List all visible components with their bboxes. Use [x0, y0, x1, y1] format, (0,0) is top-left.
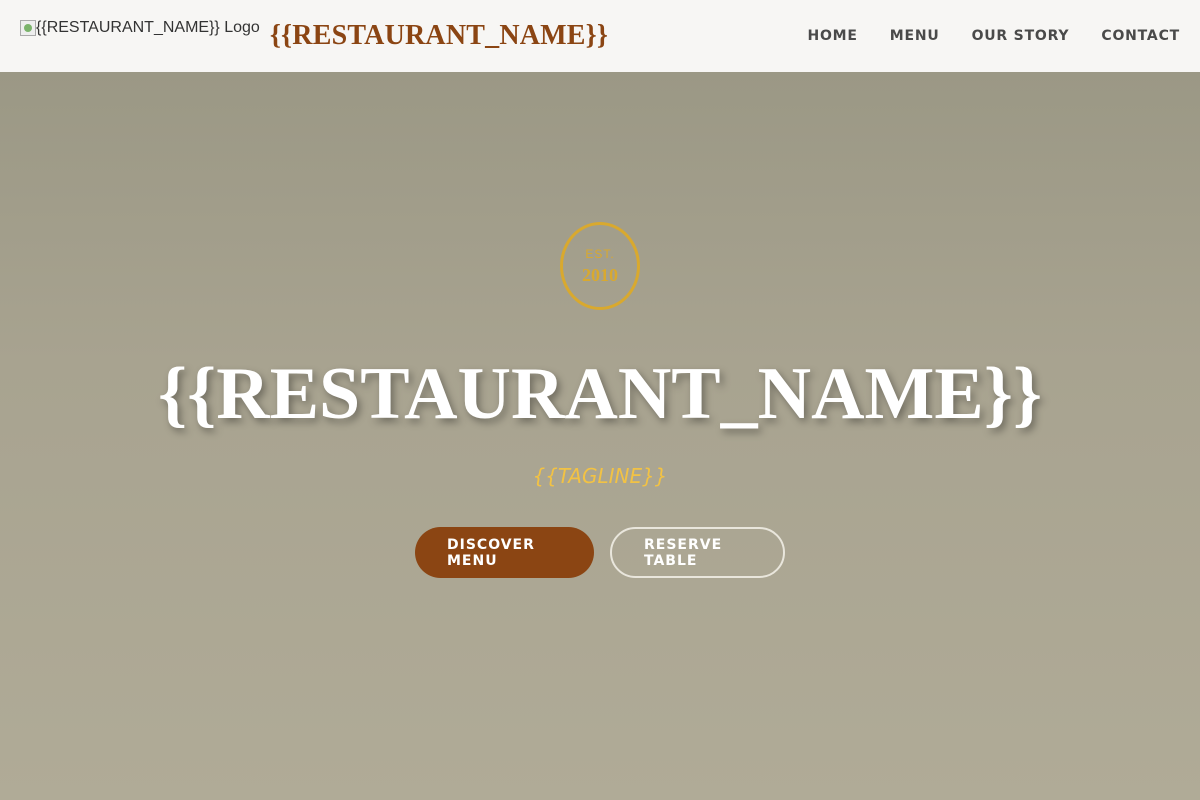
navbar: {{RESTAURANT_NAME}} Logo {{RESTAURANT_NA…: [0, 0, 1200, 72]
logo-alt-text: {{RESTAURANT_NAME}} Logo: [36, 19, 260, 36]
established-badge: EST. 2010: [560, 222, 640, 310]
hero-title: {{RESTAURANT_NAME}}: [157, 353, 1043, 435]
nav-contact-link[interactable]: CONTACT: [1101, 28, 1180, 44]
broken-image-icon: [20, 20, 36, 36]
est-label: EST.: [585, 246, 615, 261]
nav-home-link[interactable]: HOME: [807, 28, 857, 44]
reserve-table-button[interactable]: RESERVE TABLE: [610, 527, 785, 578]
brand-name[interactable]: {{RESTAURANT_NAME}}: [270, 20, 608, 52]
hero-buttons: DISCOVER MENU RESERVE TABLE: [0, 527, 1200, 578]
hero-tagline: {{TAGLINE}}: [532, 464, 668, 488]
main-nav: HOME MENU OUR STORY CONTACT: [807, 28, 1180, 44]
est-year: 2010: [582, 264, 618, 285]
nav-our-story-link[interactable]: OUR STORY: [972, 28, 1070, 44]
discover-menu-button[interactable]: DISCOVER MENU: [415, 527, 594, 578]
nav-menu-link[interactable]: MENU: [890, 28, 940, 44]
hero-section: EST. 2010 {{RESTAURANT_NAME}} {{TAGLINE}…: [0, 72, 1200, 800]
logo-image[interactable]: {{RESTAURANT_NAME}} Logo: [20, 16, 260, 40]
